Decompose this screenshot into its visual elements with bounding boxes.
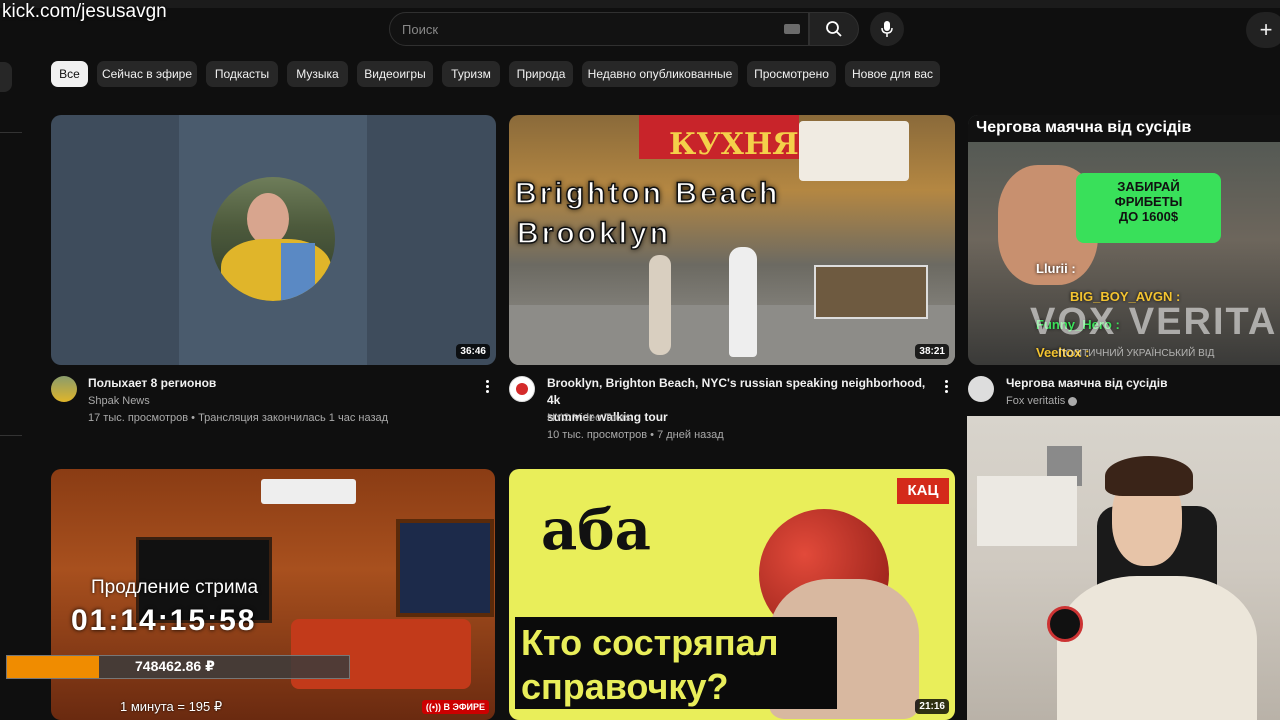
- more-vert-icon[interactable]: [945, 378, 949, 395]
- extension-label: Продление стрима: [91, 577, 259, 598]
- live-badge: ((•)) В ЭФИРЕ: [421, 700, 489, 714]
- video-thumbnail[interactable]: КУХНЯ Brighton Beach Brooklyn 38:21: [509, 115, 955, 365]
- donation-progress: [7, 656, 100, 678]
- sidebar-divider: [0, 132, 22, 133]
- streamer-hoodie: [1057, 576, 1257, 720]
- video-duration: 38:21: [915, 344, 949, 359]
- keyboard-icon[interactable]: [784, 24, 800, 34]
- video-title[interactable]: Чергова маячна від сусідів: [1006, 375, 1168, 392]
- video-title[interactable]: Полыхает 8 регионов: [88, 375, 468, 392]
- chip-videogames[interactable]: Видеоигры: [357, 61, 433, 87]
- brand-subtitle: ПОЛІТИЧНИЙ УКРАЇНСЬКИЙ ВІД: [1058, 348, 1215, 359]
- chip-podcasts[interactable]: Подкасты: [206, 61, 278, 87]
- video-thumbnail[interactable]: аба КАЦ Кто состряпал справочку? 21:16: [509, 469, 955, 720]
- brand-watermark: VOX VERITA: [1030, 301, 1278, 343]
- create-button[interactable]: +: [1246, 12, 1280, 48]
- search-box[interactable]: Поиск: [389, 12, 809, 46]
- search-button[interactable]: [809, 12, 859, 46]
- chip-nature[interactable]: Природа: [509, 61, 573, 87]
- video-thumbnail[interactable]: Чергова маячна від сусідів ЗАБИРАЙ ФРИБЕТ…: [968, 115, 1280, 365]
- thumb-title: Чергова маячна від сусідів: [976, 119, 1192, 136]
- store-sign: КУХНЯ: [669, 127, 799, 162]
- chat-line: Llurii :: [1036, 261, 1076, 276]
- streamer-webcam: [967, 416, 1280, 720]
- chip-new-for-you[interactable]: Новое для вас: [845, 61, 940, 87]
- chip-tourism[interactable]: Туризм: [442, 61, 500, 87]
- chip-watched[interactable]: Просмотрено: [747, 61, 836, 87]
- channel-avatar[interactable]: [509, 376, 535, 402]
- chip-live[interactable]: Сейчас в эфире: [97, 61, 197, 87]
- brand-text: аба: [541, 497, 651, 563]
- search-icon: [826, 21, 842, 37]
- microphone: [1047, 606, 1083, 642]
- view-count: 17 тыс. просмотров: [88, 412, 189, 424]
- video-thumbnail[interactable]: Продление стрима 01:14:15:58 ((•)) В ЭФИ…: [51, 469, 495, 720]
- sidebar-stub[interactable]: [0, 62, 12, 92]
- video-thumbnail[interactable]: 36:46: [51, 115, 496, 365]
- channel-avatar[interactable]: [968, 376, 994, 402]
- channel-photo: [211, 177, 335, 301]
- mic-icon: [881, 21, 893, 37]
- search-placeholder: Поиск: [402, 22, 439, 37]
- stream-watermark: kick.com/jesusavgn: [2, 1, 167, 22]
- create-icon: +: [1259, 17, 1273, 42]
- live-icon: ((•)): [425, 702, 444, 712]
- chip-recent[interactable]: Недавно опубликованные: [582, 61, 738, 87]
- chip-music[interactable]: Музыка: [287, 61, 348, 87]
- video-meta: 10 тыс. просмотров • 7 дней назад: [547, 429, 724, 441]
- top-strip: [0, 0, 1280, 8]
- donation-rate: 1 минута = 195 ₽: [120, 699, 223, 714]
- upload-age: Трансляция закончилась 1 час назад: [198, 412, 389, 424]
- promo-banner: ЗАБИРАЙ ФРИБЕТЫ ДО 1600$: [1076, 173, 1221, 243]
- video-duration: 36:46: [456, 344, 490, 359]
- stream-timer: 01:14:15:58: [71, 604, 257, 637]
- voice-search-button[interactable]: [870, 12, 904, 46]
- upload-age: 7 дней назад: [657, 429, 724, 441]
- sidebar-divider: [0, 435, 22, 436]
- video-duration: 21:16: [915, 699, 949, 714]
- more-vert-icon[interactable]: [486, 378, 490, 395]
- view-count: 10 тыс. просмотров: [547, 429, 648, 441]
- donation-amount: 748462.86 ₽: [135, 658, 215, 674]
- channel-avatar[interactable]: [51, 376, 77, 402]
- verified-icon: [1068, 396, 1078, 406]
- channel-name[interactable]: Fox veritatis: [1006, 393, 1078, 410]
- video-meta: 17 тыс. просмотров • Трансляция закончил…: [88, 412, 389, 424]
- channel-name[interactable]: Shpak News: [88, 393, 150, 410]
- headline: Кто состряпал справочку?: [521, 622, 779, 707]
- chip-all[interactable]: Все: [51, 61, 88, 87]
- thumb-caption: Brighton Beach: [514, 176, 781, 211]
- thumb-caption: Brooklyn: [516, 216, 672, 251]
- channel-name[interactable]: NYC Video Tours: [547, 410, 631, 427]
- channel-tag: КАЦ: [897, 478, 949, 504]
